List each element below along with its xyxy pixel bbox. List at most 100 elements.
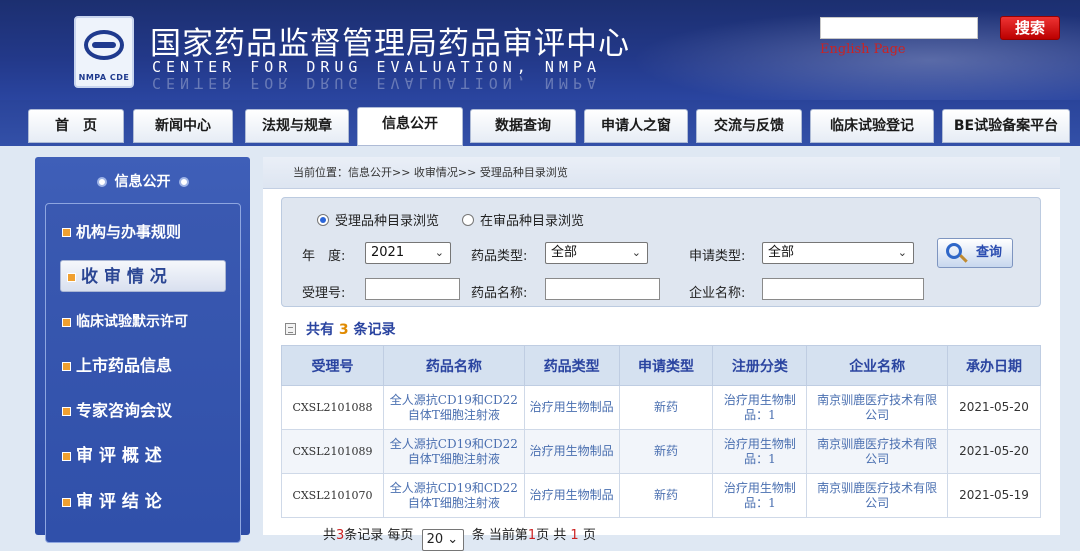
sidebar-item-clinical-approval[interactable]: 临床试验默示许可 (46, 306, 242, 338)
query-button[interactable]: 查询 (937, 238, 1013, 268)
column-header[interactable]: 承办日期 (947, 345, 1041, 386)
square-bullet-icon (67, 272, 76, 282)
apply-type-cell: 新药 (618, 429, 714, 474)
logo-emblem-icon (84, 30, 124, 60)
results-table: 受理号 药品名称 药品类型 申请类型 注册分类 企业名称 承办日期 CXSL21… (281, 345, 1041, 518)
record-count: 共有 3 条记录 (285, 319, 396, 339)
drug-name-cell[interactable]: 全人源抗CD19和CD22自体T细胞注射液 (382, 385, 525, 430)
nav-tab-data-query[interactable]: 数据查询 (470, 109, 576, 143)
year-label: 年 度: (302, 249, 346, 264)
year-select[interactable]: 2021 ⌄ (365, 242, 451, 264)
sidebar-item-rules[interactable]: 机构与办事规则 (46, 216, 242, 248)
drug-name-cell[interactable]: 全人源抗CD19和CD22自体T细胞注射液 (382, 429, 525, 474)
drug-type-select[interactable]: 全部 ⌄ (545, 242, 648, 264)
magnifier-icon (946, 243, 962, 259)
sidebar-item-acceptance-status[interactable]: 收 审 情 况 (60, 260, 226, 292)
chevron-down-icon: ⌄ (631, 246, 641, 259)
apply-type-label: 申请类型: (689, 249, 746, 264)
column-header[interactable]: 受理号 (281, 345, 384, 386)
apply-type-select[interactable]: 全部 ⌄ (762, 242, 914, 264)
site-search-input[interactable] (820, 17, 978, 39)
bullet-dot-icon (96, 177, 107, 187)
radio-accepted-catalog[interactable]: 受理品种目录浏览 (317, 210, 439, 229)
english-page-link[interactable]: English Page (820, 42, 906, 57)
drug-type-label: 药品类型: (471, 249, 528, 264)
breadcrumb: 当前位置：信息公开>> 收审情况>> 受理品种目录浏览 (263, 157, 1060, 189)
nav-tab-news[interactable]: 新闻中心 (133, 109, 233, 143)
site-logo[interactable]: NMPA CDE (74, 16, 134, 88)
accept-no-input[interactable] (365, 278, 460, 300)
registration-class-cell: 治疗用生物制品：1 (712, 473, 808, 518)
site-search-button[interactable]: 搜索 (1000, 16, 1060, 40)
main-nav: 首 页 新闻中心 法规与规章 信息公开 数据查询 申请人之窗 交流与反馈 临床试… (0, 100, 1080, 146)
drug-name-label: 药品名称: (471, 286, 528, 301)
date-cell: 2021-05-19 (947, 473, 1041, 518)
table-row[interactable]: CXSL2101089 全人源抗CD19和CD22自体T细胞注射液 治疗用生物制… (281, 429, 1041, 474)
chevron-down-icon: ⌄ (447, 532, 459, 547)
nav-tab-feedback[interactable]: 交流与反馈 (696, 109, 802, 143)
list-icon (285, 323, 296, 335)
square-bullet-icon (62, 362, 71, 371)
accept-no-cell[interactable]: CXSL2101070 (281, 473, 384, 518)
column-header[interactable]: 申请类型 (618, 345, 714, 386)
registration-class-cell: 治疗用生物制品：1 (712, 429, 808, 474)
square-bullet-icon (62, 228, 71, 237)
date-cell: 2021-05-20 (947, 429, 1041, 474)
main-content: 当前位置：信息公开>> 收审情况>> 受理品种目录浏览 受理品种目录浏览 在审品… (263, 157, 1060, 551)
date-cell: 2021-05-20 (947, 385, 1041, 430)
nav-tab-regulations[interactable]: 法规与规章 (245, 109, 349, 143)
sidebar-title: 信息公开 (35, 171, 250, 191)
table-row[interactable]: CXSL2101070 全人源抗CD19和CD22自体T细胞注射液 治疗用生物制… (281, 473, 1041, 518)
current-page: 1 (527, 528, 537, 543)
table-header-row: 受理号 药品名称 药品类型 申请类型 注册分类 企业名称 承办日期 (281, 345, 1041, 386)
query-form: 受理品种目录浏览 在审品种目录浏览 年 度: 2021 ⌄ 药品类型: 全部 ⌄ 申… (281, 197, 1041, 307)
column-header[interactable]: 药品类型 (523, 345, 620, 386)
square-bullet-icon (62, 407, 71, 416)
company-name-cell: 南京驯鹿医疗技术有限公司 (806, 429, 949, 474)
radio-checked-icon (317, 214, 329, 226)
radio-under-review-catalog[interactable]: 在审品种目录浏览 (462, 210, 584, 229)
sidebar-item-marketed-drugs[interactable]: 上市药品信息 (46, 350, 242, 382)
company-name-input[interactable] (762, 278, 924, 300)
sidebar-item-review-conclusion[interactable]: 审 评 结 论 (46, 486, 242, 518)
page-size-select[interactable]: 20 ⌄ (421, 529, 464, 551)
accept-no-cell[interactable]: CXSL2101088 (281, 385, 384, 430)
drug-type-cell: 治疗用生物制品 (523, 385, 620, 430)
column-header[interactable]: 企业名称 (806, 345, 949, 386)
accept-no-label: 受理号: (302, 286, 346, 301)
nav-tab-be-platform[interactable]: BE试验备案平台 (942, 109, 1070, 143)
nav-tab-info-disclosure[interactable]: 信息公开 (357, 107, 463, 146)
square-bullet-icon (62, 497, 71, 507)
drug-name-input[interactable] (545, 278, 660, 300)
table-row[interactable]: CXSL2101088 全人源抗CD19和CD22自体T细胞注射液 治疗用生物制… (281, 385, 1041, 430)
radio-unchecked-icon (462, 214, 474, 226)
sidebar-item-expert-meetings[interactable]: 专家咨询会议 (46, 395, 242, 427)
apply-type-cell: 新药 (618, 385, 714, 430)
pagination: 共3条记录 每页 20 ⌄ 条 当前第1页 共 1 页 (323, 524, 596, 551)
square-bullet-icon (62, 317, 71, 327)
accept-no-cell[interactable]: CXSL2101089 (281, 429, 384, 474)
site-subtitle-reflection: CENTER FOR DRUG EVALUATION, NMPA (152, 74, 601, 92)
sidebar-menu: 机构与办事规则 收 审 情 况 临床试验默示许可 上市药品信息 专家咨询会议 审… (45, 203, 241, 543)
drug-name-cell[interactable]: 全人源抗CD19和CD22自体T细胞注射液 (382, 473, 525, 518)
company-name-cell: 南京驯鹿医疗技术有限公司 (806, 385, 949, 430)
square-bullet-icon (62, 451, 71, 461)
company-name-cell: 南京驯鹿医疗技术有限公司 (806, 473, 949, 518)
apply-type-cell: 新药 (618, 473, 714, 518)
company-name-label: 企业名称: (689, 286, 746, 301)
bullet-dot-icon (178, 177, 189, 187)
sidebar-title-text: 信息公开 (114, 174, 171, 190)
nav-tab-applicant[interactable]: 申请人之窗 (584, 109, 688, 143)
column-header[interactable]: 药品名称 (382, 345, 525, 386)
nav-tab-home[interactable]: 首 页 (28, 109, 124, 143)
logo-abbreviation: NMPA CDE (78, 73, 130, 82)
site-header: NMPA CDE 国家药品监督管理局药品审评中心 CENTER FOR DRUG… (0, 0, 1080, 100)
nav-tab-clinical-trial[interactable]: 临床试验登记 (810, 109, 934, 143)
chevron-down-icon: ⌄ (897, 246, 907, 259)
total-pages: 1 (570, 528, 579, 543)
chevron-down-icon: ⌄ (434, 246, 444, 259)
site-title: 国家药品监督管理局药品审评中心 (150, 26, 630, 62)
sidebar-item-review-overview[interactable]: 审 评 概 述 (46, 440, 242, 472)
column-header[interactable]: 注册分类 (712, 345, 808, 386)
registration-class-cell: 治疗用生物制品：1 (712, 385, 808, 430)
